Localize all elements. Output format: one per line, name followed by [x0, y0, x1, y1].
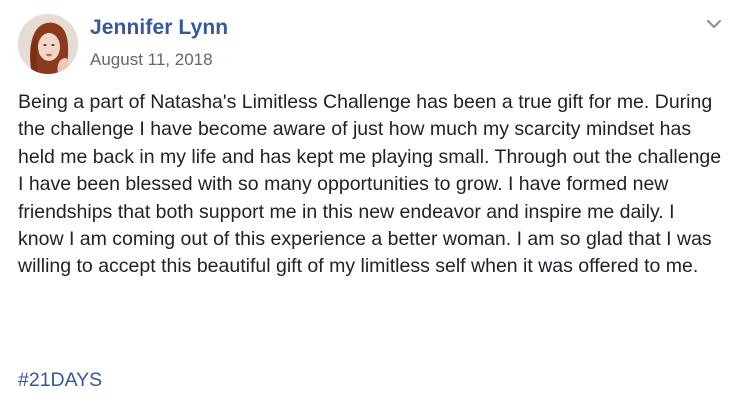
chevron-down-icon[interactable]: [704, 16, 724, 32]
hashtag-link[interactable]: #21DAYS: [18, 369, 102, 392]
avatar[interactable]: [18, 14, 78, 74]
post-card: Jennifer Lynn August 11, 2018 Being a pa…: [0, 0, 736, 404]
post-date[interactable]: August 11, 2018: [90, 50, 213, 70]
author-name[interactable]: Jennifer Lynn: [90, 16, 228, 40]
post-body: Being a part of Natasha's Limitless Chal…: [18, 91, 722, 278]
